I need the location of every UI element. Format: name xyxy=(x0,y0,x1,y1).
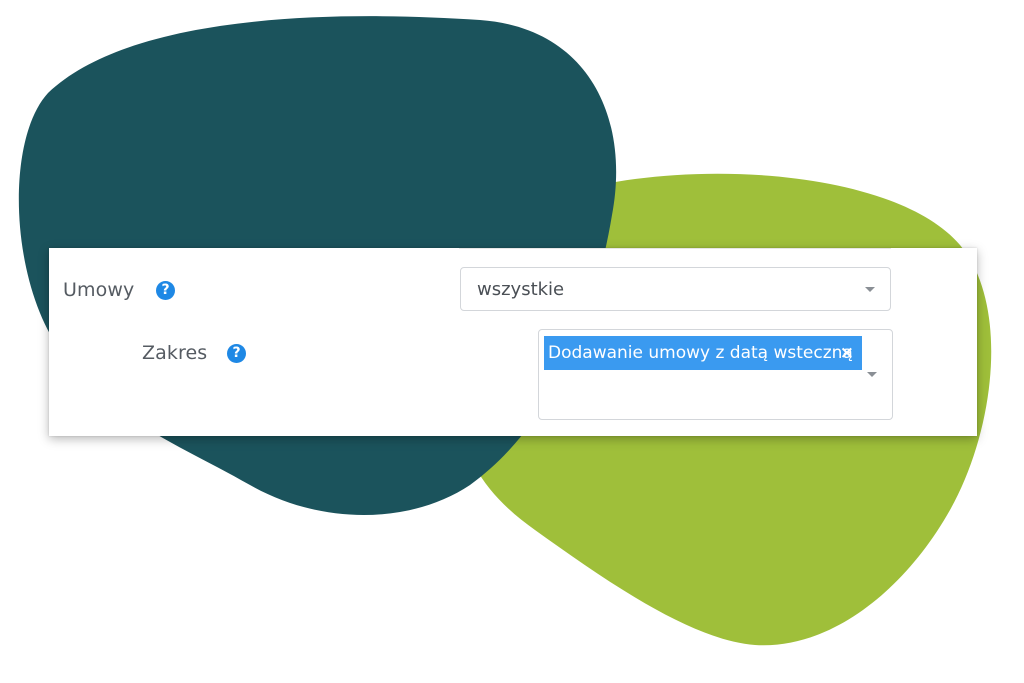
umowy-label: Umowy xyxy=(63,279,135,301)
filter-panel: Umowy ? wszystkie Zakres ? Dodawanie umo… xyxy=(49,248,977,436)
question-circle-icon[interactable]: ? xyxy=(227,344,246,363)
umowy-select-value: wszystkie xyxy=(477,279,565,300)
chevron-down-icon xyxy=(865,287,875,292)
selected-tag-label: Dodawanie umowy z datą wsteczną xyxy=(548,343,853,363)
question-circle-icon[interactable]: ? xyxy=(156,281,175,300)
chevron-down-icon xyxy=(867,372,877,377)
previous-field-edge xyxy=(459,248,891,249)
zakres-label: Zakres xyxy=(142,342,208,364)
zakres-multiselect[interactable]: Dodawanie umowy z datą wsteczną × xyxy=(538,329,893,420)
selected-tag: Dodawanie umowy z datą wsteczną × xyxy=(544,336,862,370)
umowy-select[interactable]: wszystkie xyxy=(460,267,891,311)
stage: Umowy ? wszystkie Zakres ? Dodawanie umo… xyxy=(0,0,1024,683)
remove-tag-icon[interactable]: × xyxy=(840,336,854,370)
